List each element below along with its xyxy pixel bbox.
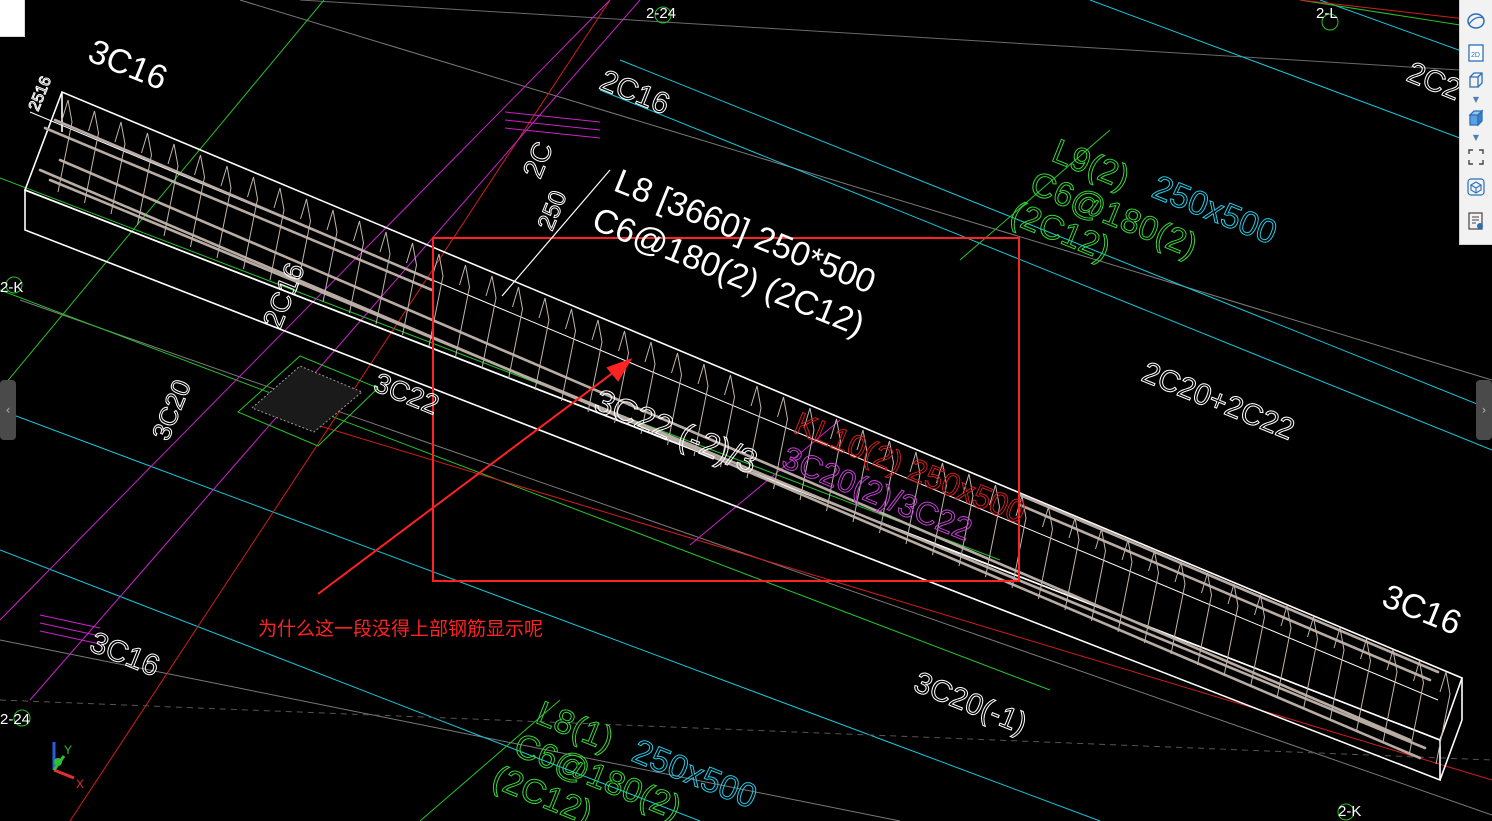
stirrup-mark xyxy=(534,297,550,391)
label-3c20-neg1: 3C20(-1) xyxy=(909,666,1031,741)
view-2d-button[interactable]: 2D xyxy=(1465,42,1487,64)
stirrup-mark xyxy=(428,253,444,347)
annotation-arrowhead xyxy=(606,358,633,382)
label-2c16: 2C16 xyxy=(595,64,674,121)
question-text: 为什么这一段没得上部钢筋显示呢 xyxy=(258,618,543,640)
stirrup-mark xyxy=(190,154,206,248)
fit-screen-button[interactable] xyxy=(1465,146,1487,168)
axis-label-2-24-top: 2-24 xyxy=(646,5,676,22)
kl-label: KL10(2) 250x500 3C20(2)/3C22 xyxy=(777,405,1031,549)
wireframe-view-button[interactable] xyxy=(1465,70,1487,92)
stirrup-mark xyxy=(455,264,471,358)
wireframe-cube-icon xyxy=(1469,72,1483,88)
stirrup-mark xyxy=(402,242,418,336)
left-panel-handle[interactable]: ‹ xyxy=(0,380,16,440)
stirrup-mark xyxy=(508,286,524,380)
stirrup-mark xyxy=(216,165,232,259)
beam-annotation: L8 [3660] 250*500 C6@180(2) (2C12) xyxy=(587,162,881,344)
stirrup-mark xyxy=(561,308,577,402)
coordinate-gizmo: Y X xyxy=(52,742,84,791)
view-cube-icon xyxy=(1467,178,1485,196)
rebar-labels: 3C16 3C16 3C16 2C16 2C2 2C20+2C22 3C20(-… xyxy=(25,32,1467,741)
stirrup-mark xyxy=(243,176,259,270)
coord-y-label: Y xyxy=(64,743,72,757)
axis-label-2-k-left: 2-K xyxy=(0,279,23,296)
beam-wireframe[interactable] xyxy=(23,90,1464,782)
svg-text:2D: 2D xyxy=(1471,52,1480,59)
label-2c20-2c22: 2C20+2C22 xyxy=(1137,356,1299,447)
axis-label-2-24-left: 2-24 xyxy=(0,711,30,728)
label-2c-vertical: 2C xyxy=(517,137,559,182)
label-2516: 2516 xyxy=(26,74,55,113)
stirrup-mark xyxy=(481,275,497,369)
fit-screen-icon xyxy=(1468,149,1484,165)
axis-label-2-k-bottom: 2-K xyxy=(1338,803,1361,820)
properties-button[interactable] xyxy=(1465,210,1487,232)
l8-label: L8(1) 250x500 C6@180(2) (2C12) xyxy=(487,694,763,821)
annotation-arrow-line xyxy=(317,365,623,595)
view-cube-button[interactable] xyxy=(1465,176,1487,198)
solid-dropdown-caret[interactable]: ▼ xyxy=(1472,134,1480,142)
label-3c16-bottomleft: 3C16 xyxy=(85,626,164,683)
axis-label-2-l: 2-L xyxy=(1316,5,1338,22)
label-bottom-bars: 3C22 (-2)/3 xyxy=(589,382,763,482)
coord-x-label: X xyxy=(76,777,84,791)
stirrup-mark xyxy=(349,220,365,314)
label-2c2-top: 2C2 xyxy=(1402,56,1465,107)
label-3c20: 3C20 xyxy=(146,375,197,444)
l9-label: L9(2) 250x500 C6@180(2) (2C12) xyxy=(1005,132,1283,269)
view-toolbar: 2D ▼ ▼ xyxy=(1459,0,1492,245)
solid-view-button[interactable] xyxy=(1465,108,1487,130)
stirrup-mark xyxy=(322,209,338,303)
stirrup-mark xyxy=(375,231,391,325)
right-panel-handle[interactable]: › xyxy=(1476,380,1492,440)
label-250-vertical: 250 xyxy=(533,187,573,234)
column-section[interactable] xyxy=(237,355,379,447)
properties-list-icon xyxy=(1468,212,1483,230)
view-2d-icon: 2D xyxy=(1468,44,1484,62)
wireframe-dropdown-caret[interactable]: ▼ xyxy=(1472,96,1480,104)
3d-viewport[interactable]: 2-24 2-L 2-K 2-24 2-K 3C16 3C16 3C16 2C1… xyxy=(0,0,1492,821)
label-3c16-topleft: 3C16 xyxy=(83,32,173,98)
orbit-icon xyxy=(1467,13,1485,29)
orbit-button[interactable] xyxy=(1465,10,1487,32)
solid-cube-icon xyxy=(1468,109,1484,127)
label-3c16-right: 3C16 xyxy=(1377,577,1467,643)
